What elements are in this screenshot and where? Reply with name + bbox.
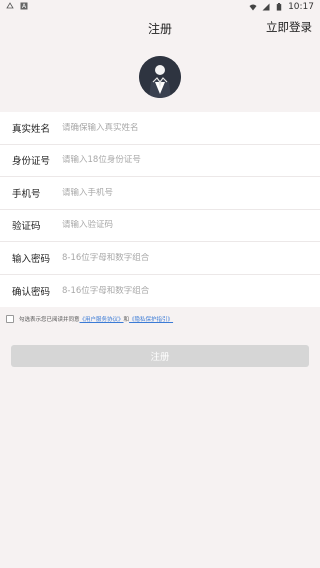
id-number-input[interactable] bbox=[62, 155, 282, 166]
avatar[interactable] bbox=[139, 56, 181, 98]
form-row-password: 输入密码 bbox=[0, 242, 320, 275]
privacy-policy-link[interactable]: 《隐私保护指引》 bbox=[129, 315, 173, 323]
confirm-password-label: 确认密码 bbox=[12, 286, 51, 298]
agreement-row: 勾选表示您已阅读并同意 《用户服务协议》 和 《隐私保护指引》 bbox=[0, 308, 320, 330]
password-label: 输入密码 bbox=[12, 253, 51, 265]
app-icon: A bbox=[20, 2, 28, 10]
signal-icon bbox=[262, 3, 270, 11]
form-row-code: 验证码 bbox=[0, 210, 320, 242]
form-row-phone: 手机号 bbox=[0, 177, 320, 210]
nav-bar: 注册 立即登录 bbox=[0, 14, 320, 40]
register-button[interactable]: 注册 bbox=[11, 345, 309, 367]
agreement-checkbox[interactable] bbox=[6, 315, 14, 323]
notification-icon bbox=[6, 2, 14, 9]
avatar-area bbox=[0, 40, 320, 112]
agreement-text: 勾选表示您已阅读并同意 bbox=[19, 317, 80, 323]
password-input[interactable] bbox=[62, 252, 282, 263]
confirm-password-input[interactable] bbox=[62, 285, 282, 296]
verification-code-input[interactable] bbox=[62, 220, 282, 231]
code-label: 验证码 bbox=[12, 221, 41, 233]
user-agreement-link[interactable]: 《用户服务协议》 bbox=[80, 315, 124, 323]
real-name-input[interactable] bbox=[62, 122, 282, 133]
name-label: 真实姓名 bbox=[12, 123, 51, 135]
wifi-icon bbox=[249, 4, 257, 11]
phone-label: 手机号 bbox=[12, 188, 41, 200]
form-row-id: 身份证号 bbox=[0, 145, 320, 177]
battery-icon bbox=[276, 3, 282, 11]
user-avatar-icon bbox=[139, 56, 181, 98]
form-row-name: 真实姓名 bbox=[0, 112, 320, 145]
status-bar: A 10:17 bbox=[0, 0, 320, 14]
phone-input[interactable] bbox=[62, 187, 282, 198]
form-row-confirm: 确认密码 bbox=[0, 275, 320, 308]
register-form: 真实姓名 身份证号 手机号 验证码 输入密码 确认密码 bbox=[0, 112, 320, 307]
status-time: 10:17 bbox=[288, 2, 314, 12]
login-link[interactable]: 立即登录 bbox=[266, 19, 312, 35]
id-label: 身份证号 bbox=[12, 156, 51, 168]
